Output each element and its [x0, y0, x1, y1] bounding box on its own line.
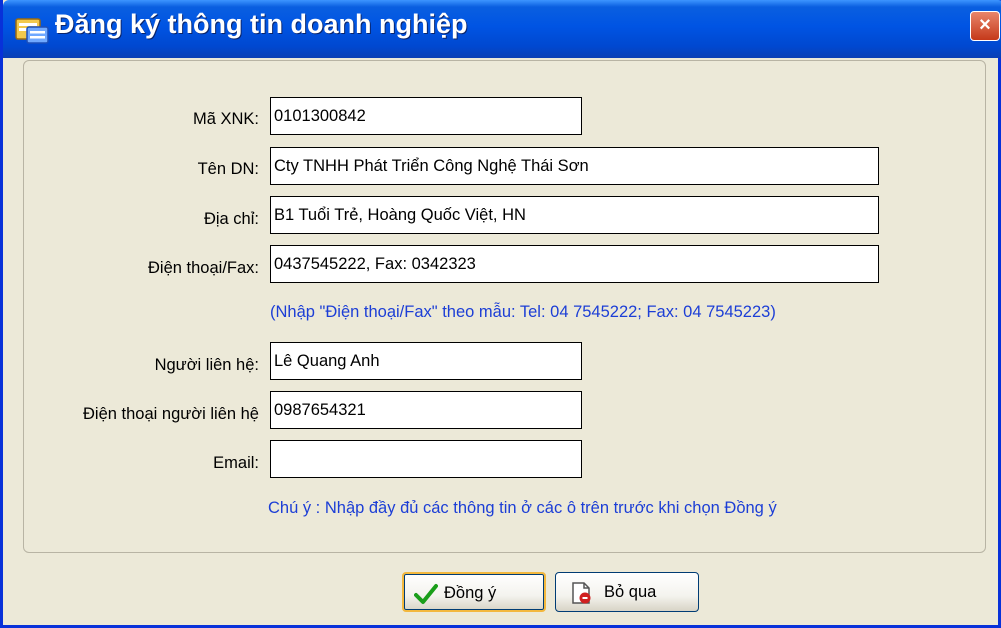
- close-button[interactable]: ×: [970, 11, 1000, 41]
- document-cancel-icon: [572, 582, 591, 604]
- ma-xnk-label: Mã XNK:: [192, 110, 259, 128]
- ma-xnk-field[interactable]: [270, 97, 582, 135]
- fax-format-hint: (Nhập "Điện thoại/Fax" theo mẫu: Tel: 04…: [270, 303, 776, 321]
- email-label: Email:: [213, 454, 259, 472]
- dia-chi-field[interactable]: [270, 196, 879, 234]
- ok-button[interactable]: Đồng ý: [402, 572, 546, 612]
- dien-thoai-nguoi-lien-he-field[interactable]: [270, 391, 582, 429]
- ten-dn-label: Tên DN:: [197, 160, 259, 178]
- dialog-window: Đăng ký thông tin doanh nghiệp × Mã XNK:…: [0, 0, 1001, 628]
- dien-thoai-nguoi-lien-he-label: Điện thoại người liên hệ: [83, 405, 259, 423]
- dia-chi-label: Địa chỉ:: [203, 210, 259, 228]
- cancel-button-label: Bỏ qua: [604, 583, 657, 601]
- form-window-icon: [15, 18, 49, 44]
- dien-thoai-fax-field[interactable]: [270, 245, 879, 283]
- dien-thoai-fax-label: Điện thoại/Fax:: [148, 259, 259, 277]
- nguoi-lien-he-field[interactable]: [270, 342, 582, 380]
- window-title: Đăng ký thông tin doanh nghiệp: [55, 9, 468, 39]
- title-bar[interactable]: Đăng ký thông tin doanh nghiệp ×: [3, 0, 1001, 58]
- ok-button-label: Đồng ý: [444, 584, 497, 602]
- checkmark-icon: [414, 584, 438, 604]
- required-note: Chú ý : Nhập đầy đủ các thông tin ở các …: [268, 499, 777, 517]
- cancel-button[interactable]: Bỏ qua: [555, 572, 699, 612]
- ten-dn-field[interactable]: [270, 147, 879, 185]
- nguoi-lien-he-label: Người liên hệ:: [154, 356, 259, 374]
- email-field[interactable]: [270, 440, 582, 478]
- close-icon: ×: [979, 14, 991, 36]
